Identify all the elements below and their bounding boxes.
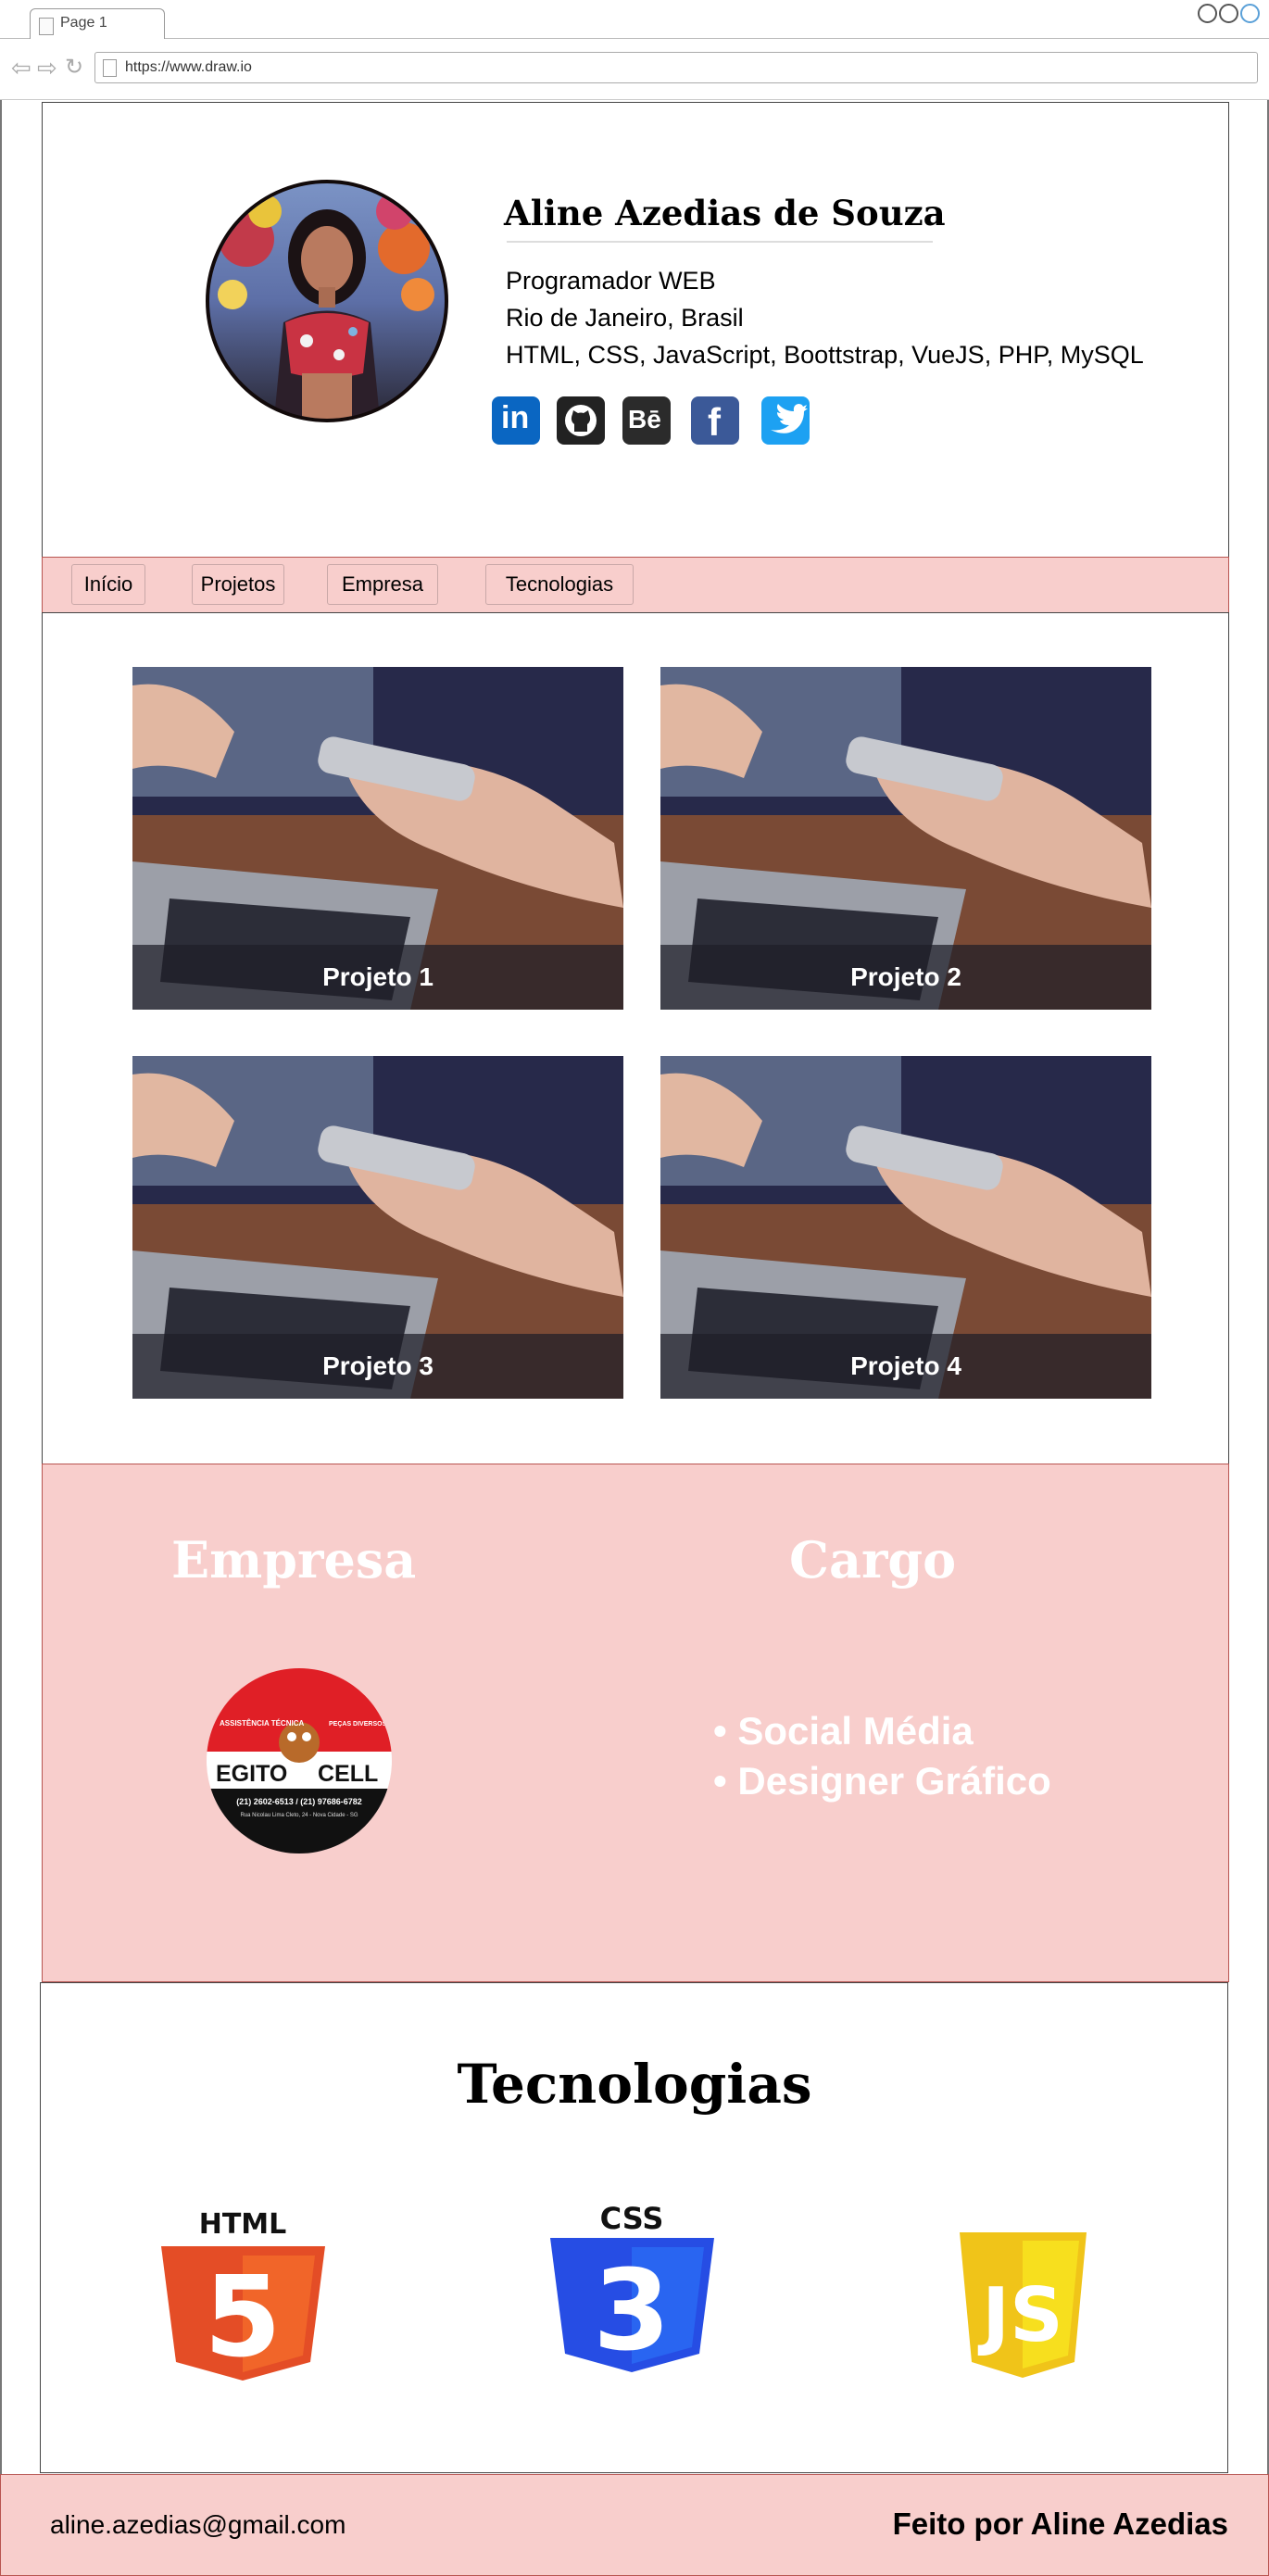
css3-glyph: 3 [593, 2247, 671, 2374]
profile-skills: HTML, CSS, JavaScript, Boottstrap, VueJS… [506, 341, 1144, 369]
project-card[interactable]: Projeto 3 [132, 1056, 623, 1399]
linkedin-icon[interactable]: in [492, 396, 540, 445]
technologies-title: Tecnologias [457, 2053, 812, 2116]
company-title: Empresa [171, 1530, 417, 1590]
profile-role: Programador WEB [506, 267, 716, 295]
facebook-icon[interactable]: f [691, 396, 739, 445]
reload-icon[interactable]: ↻ [65, 56, 83, 80]
project-card[interactable]: Projeto 4 [660, 1056, 1151, 1399]
profile-location: Rio de Janeiro, Brasil [506, 304, 744, 332]
maximize-button[interactable] [1219, 4, 1238, 23]
behance-glyph: Bē [628, 405, 661, 434]
tab-label: Page 1 [60, 15, 107, 31]
close-button[interactable] [1240, 4, 1260, 23]
project-card[interactable]: Projeto 1 [132, 667, 623, 1010]
page-icon [103, 59, 117, 77]
project-title: Projeto 4 [660, 1334, 1151, 1399]
profile-avatar [206, 180, 448, 422]
facebook-glyph: f [708, 400, 721, 444]
footer-credit: Feito por Aline Azedias [892, 2507, 1228, 2541]
github-icon[interactable] [557, 396, 605, 445]
forward-arrow-icon[interactable]: ⇨ [37, 56, 57, 80]
behance-icon[interactable]: Bē [622, 396, 671, 445]
logo-subtitle-left: ASSISTÊNCIA TÉCNICA [220, 1719, 304, 1728]
menu-item-empresa[interactable]: Empresa [327, 564, 438, 605]
logo-address: Rua Nicolau Lima Cleto, 24 - Nova Cidade… [240, 1813, 358, 1818]
role-title: Cargo [789, 1530, 957, 1590]
minimize-button[interactable] [1198, 4, 1217, 23]
back-arrow-icon[interactable]: ⇦ [11, 56, 31, 80]
project-card[interactable]: Projeto 2 [660, 667, 1151, 1010]
role-item: • Social Média [713, 1709, 974, 1753]
role-item: • Designer Gráfico [713, 1759, 1051, 1803]
tab-bar [0, 0, 1269, 39]
menu-item-tecnologias[interactable]: Tecnologias [485, 564, 634, 605]
menu-item-projetos[interactable]: Projetos [192, 564, 284, 605]
footer-email[interactable]: aline.azedias@gmail.com [50, 2510, 346, 2540]
role-item-text: Designer Gráfico [737, 1759, 1051, 1803]
name-underline [507, 241, 933, 243]
javascript-logo: JS [957, 2230, 1089, 2381]
logo-brand-left: EGITO [216, 1761, 287, 1787]
address-bar[interactable]: https://www.draw.io [94, 52, 1258, 83]
twitter-icon[interactable] [761, 396, 810, 445]
html5-glyph: 5 [204, 2254, 282, 2381]
html-label: HTML [199, 2209, 287, 2241]
logo-brand-right: CELL [318, 1761, 378, 1787]
profile-name: Aline Azedias de Souza [504, 193, 946, 233]
linkedin-glyph: in [501, 400, 530, 435]
url-text: https://www.draw.io [125, 59, 252, 75]
js-glyph: JS [977, 2272, 1062, 2358]
logo-subtitle-right: PEÇAS DIVERSOS ACESSÓRIOS [329, 1719, 392, 1728]
logo-phones: (21) 2602-6513 / (21) 97686-6782 [236, 1797, 362, 1806]
project-title: Projeto 1 [132, 945, 623, 1010]
role-item-text: Social Média [737, 1709, 974, 1753]
html5-logo: HTML 5 [157, 2208, 329, 2382]
css-label: CSS [600, 2203, 664, 2236]
browser-tab[interactable]: Page 1 [30, 8, 165, 39]
menu-item-inicio[interactable]: Início [71, 564, 145, 605]
project-title: Projeto 2 [660, 945, 1151, 1010]
company-logo: ASSISTÊNCIA TÉCNICA PEÇAS DIVERSOS ACESS… [207, 1668, 392, 1853]
page-icon [39, 18, 54, 35]
project-title: Projeto 3 [132, 1334, 623, 1399]
css3-logo: CSS 3 [547, 2201, 718, 2376]
